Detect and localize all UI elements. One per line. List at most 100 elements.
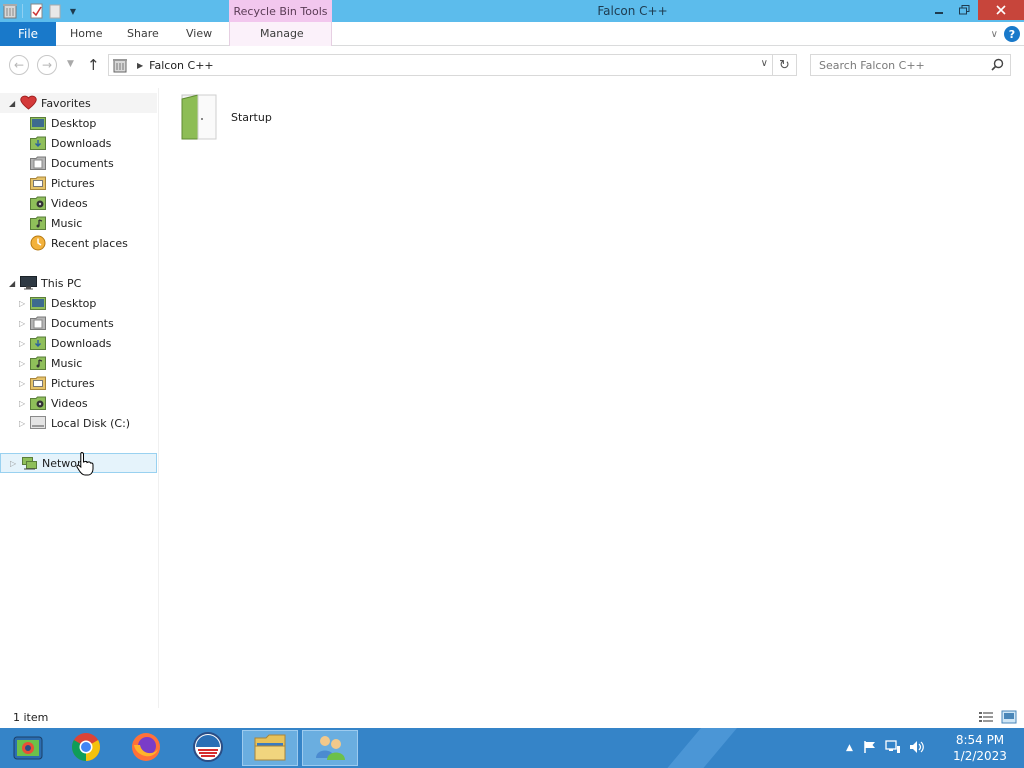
clock-time: 8:54 PM: [955, 733, 1005, 747]
nav-label: Documents: [51, 316, 114, 330]
nav-favorites-recent-places[interactable]: Recent places: [0, 233, 157, 253]
tab-share[interactable]: Share: [127, 22, 159, 46]
nav-label: Music: [51, 356, 83, 370]
nav-label: Downloads: [51, 136, 112, 150]
heart-icon: [20, 95, 37, 113]
navigation-pane-divider: [158, 88, 159, 708]
restore-button[interactable]: [955, 0, 973, 20]
nav-favorites[interactable]: ◢ Favorites: [0, 93, 157, 113]
folder-name: Startup: [231, 111, 272, 124]
forward-arrow-icon: →: [41, 58, 53, 72]
folder-icon: [180, 93, 218, 144]
taskbar-app-file-explorer[interactable]: [242, 730, 298, 766]
nav-favorites-videos[interactable]: Videos: [0, 193, 157, 213]
nav-favorites-downloads[interactable]: Downloads: [0, 133, 157, 153]
recycle-bin-icon[interactable]: [2, 3, 18, 19]
nav-pc-music[interactable]: ▷ Music: [0, 353, 157, 373]
taskbar-app-obama[interactable]: [180, 730, 236, 766]
nav-pc-pictures[interactable]: ▷ Pictures: [0, 373, 157, 393]
minimize-button[interactable]: [930, 0, 948, 20]
downloads-folder-icon: [30, 335, 46, 353]
qat-separator: [22, 4, 23, 18]
show-hidden-icons-icon[interactable]: ▲: [846, 743, 853, 753]
close-button[interactable]: [978, 0, 1024, 20]
nav-favorites-music[interactable]: Music: [0, 213, 157, 233]
refresh-button[interactable]: ↻: [773, 54, 797, 76]
computer-icon: [20, 275, 37, 293]
taskbar-app-chrome[interactable]: [58, 730, 114, 766]
breadcrumb-chevron-icon[interactable]: ▶: [137, 61, 143, 70]
nav-label: Downloads: [51, 336, 112, 350]
properties-icon[interactable]: [29, 3, 45, 19]
back-button[interactable]: ←: [9, 55, 29, 75]
help-icon[interactable]: ?: [1004, 26, 1020, 42]
volume-icon[interactable]: [909, 740, 925, 757]
nav-pc-local-disk[interactable]: ▷ Local Disk (C:): [0, 413, 157, 433]
nav-label: Music: [51, 216, 83, 230]
search-box[interactable]: [810, 54, 1011, 76]
network-status-icon[interactable]: [885, 739, 901, 757]
collapsed-arrow-icon[interactable]: ▷: [19, 319, 25, 328]
system-tray: ▲: [846, 728, 925, 768]
nav-label: Desktop: [51, 296, 97, 310]
tab-manage[interactable]: Manage: [260, 22, 304, 46]
nav-favorites-pictures[interactable]: Pictures: [0, 173, 157, 193]
taskbar-app-firefox[interactable]: [118, 730, 174, 766]
tab-home[interactable]: Home: [70, 22, 102, 46]
music-folder-icon: [30, 355, 46, 373]
nav-label: Pictures: [51, 376, 95, 390]
expanded-arrow-icon[interactable]: ◢: [9, 279, 15, 288]
address-dropdown-icon[interactable]: ∨: [761, 58, 768, 69]
nav-label: Local Disk (C:): [51, 416, 131, 430]
tab-view[interactable]: View: [186, 22, 212, 46]
taskbar: ▲ 8:54 PM 1/2/2023: [0, 728, 1024, 768]
nav-label: Desktop: [51, 116, 97, 130]
new-folder-icon[interactable]: [47, 3, 63, 19]
expanded-arrow-icon[interactable]: ◢: [9, 99, 15, 108]
collapsed-arrow-icon[interactable]: ▷: [10, 459, 16, 468]
collapsed-arrow-icon[interactable]: ▷: [19, 299, 25, 308]
nav-favorites-documents[interactable]: Documents: [0, 153, 157, 173]
firefox-icon: [130, 731, 162, 766]
nav-favorites-desktop[interactable]: Desktop: [0, 113, 157, 133]
recent-places-icon: [30, 235, 46, 254]
up-arrow-icon[interactable]: ↑: [87, 56, 100, 74]
file-explorer-icon: [253, 732, 287, 765]
collapsed-arrow-icon[interactable]: ▷: [19, 359, 25, 368]
customize-qat-icon[interactable]: ▼: [65, 3, 81, 19]
nav-pc-downloads[interactable]: ▷ Downloads: [0, 333, 157, 353]
recent-locations-icon[interactable]: ▼: [67, 59, 74, 69]
nav-pc-desktop[interactable]: ▷ Desktop: [0, 293, 157, 313]
nav-pc-videos[interactable]: ▷ Videos: [0, 393, 157, 413]
collapsed-arrow-icon[interactable]: ▷: [19, 339, 25, 348]
taskbar-app-server-manager[interactable]: [0, 730, 56, 766]
collapsed-arrow-icon[interactable]: ▷: [19, 379, 25, 388]
ribbon-controls: ∨ ?: [991, 26, 1020, 42]
nav-label: Documents: [51, 156, 114, 170]
collapsed-arrow-icon[interactable]: ▷: [19, 399, 25, 408]
pictures-folder-icon: [30, 175, 46, 193]
nav-this-pc[interactable]: ◢ This PC: [0, 273, 157, 293]
expand-ribbon-icon[interactable]: ∨: [991, 29, 998, 40]
breadcrumb-current[interactable]: Falcon C++: [149, 59, 213, 72]
large-icons-view-icon[interactable]: [1001, 710, 1017, 724]
search-input[interactable]: [811, 55, 981, 75]
taskbar-app-users[interactable]: [302, 730, 358, 766]
nav-label: Pictures: [51, 176, 95, 190]
taskbar-clock[interactable]: 8:54 PM 1/2/2023: [940, 732, 1020, 764]
folder-item-startup[interactable]: Startup: [178, 91, 298, 141]
search-icon[interactable]: [991, 58, 1004, 74]
forward-button[interactable]: →: [37, 55, 57, 75]
music-folder-icon: [30, 215, 46, 233]
obama-logo-icon: [192, 731, 224, 766]
details-view-icon[interactable]: [978, 710, 994, 724]
file-list: Startup: [160, 88, 1024, 708]
address-bar[interactable]: ▶ Falcon C++ ∨: [108, 54, 773, 76]
tab-file[interactable]: File: [0, 22, 56, 46]
collapsed-arrow-icon[interactable]: ▷: [19, 419, 25, 428]
server-manager-icon: [11, 731, 45, 766]
downloads-folder-icon: [30, 135, 46, 153]
nav-pc-documents[interactable]: ▷ Documents: [0, 313, 157, 333]
action-center-flag-icon[interactable]: [863, 740, 877, 757]
videos-folder-icon: [30, 195, 46, 213]
